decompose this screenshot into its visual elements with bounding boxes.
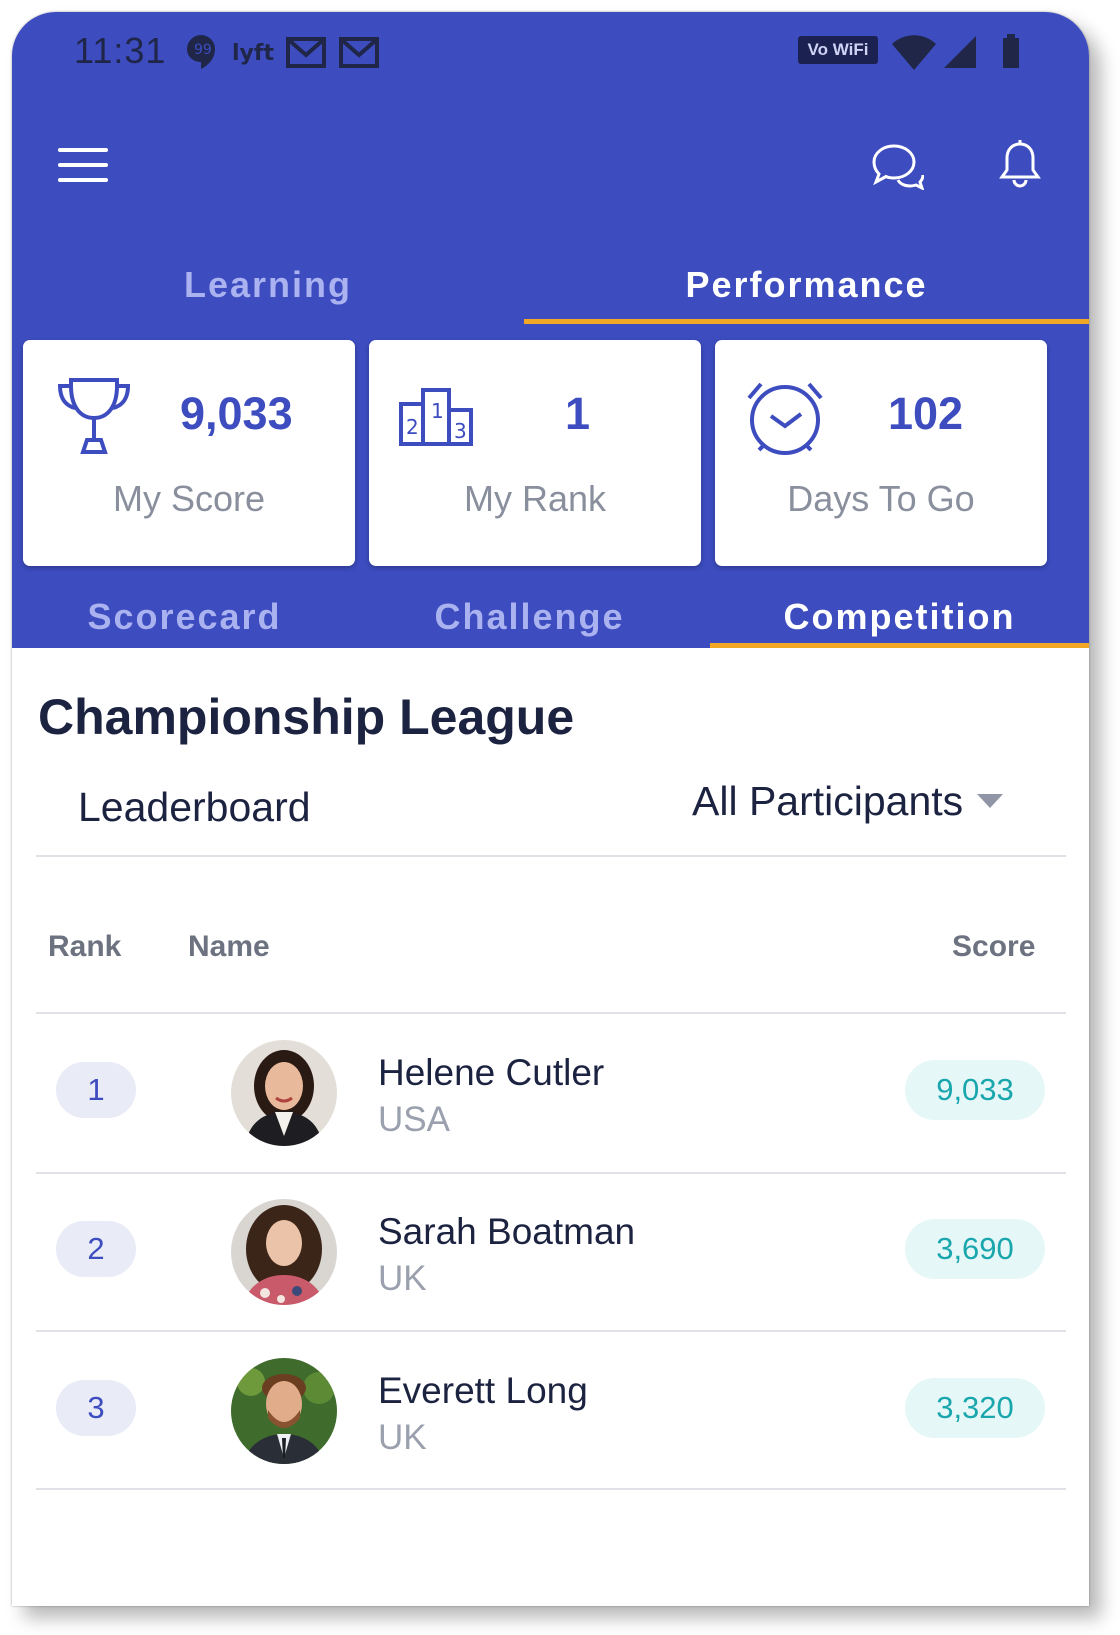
leaderboard-row[interactable]: 1 Helene Cutler USA 9,033: [12, 1014, 1089, 1172]
days-value: 102: [888, 388, 964, 439]
column-header-score: Score: [952, 930, 1036, 963]
stat-card-score[interactable]: 9,033 My Score: [23, 340, 355, 566]
alarm-clock-icon: [747, 382, 823, 455]
tab-scorecard[interactable]: Scorecard: [12, 596, 357, 648]
active-tab-indicator: [524, 319, 1089, 324]
league-title: Championship League: [38, 689, 575, 745]
participant-name: Sarah Boatman: [378, 1211, 636, 1252]
status-time: 11:31: [74, 30, 167, 71]
avatar: [231, 1358, 337, 1464]
hamburger-menu-icon[interactable]: [58, 148, 108, 188]
tab-learning[interactable]: Learning: [12, 260, 524, 322]
avatar: [231, 1199, 337, 1305]
svg-text:99: 99: [194, 42, 212, 58]
filter-value: All Participants: [692, 778, 964, 824]
phone-screen: 11:31 99 lyft Vo WiFi Learning Performan…: [12, 12, 1089, 1606]
stat-card-days[interactable]: 102 Days To Go: [715, 340, 1047, 566]
hangouts-icon: 99: [187, 35, 215, 69]
leaderboard-row[interactable]: 3 Everett Long UK 3,320: [12, 1332, 1089, 1490]
participants-filter-dropdown[interactable]: All Participants: [692, 778, 1004, 825]
rank-badge: 2: [56, 1221, 136, 1277]
days-label: Days To Go: [787, 478, 975, 519]
score-badge: 3,320: [905, 1378, 1045, 1438]
gmail-icon: [286, 37, 326, 68]
avatar: [231, 1040, 337, 1146]
participant-country: USA: [378, 1100, 450, 1139]
vowifi-indicator: Vo WiFi: [798, 36, 878, 64]
chat-icon[interactable]: [868, 140, 924, 190]
podium-icon: 2 1 3: [399, 388, 473, 446]
score-badge: 3,690: [905, 1219, 1045, 1279]
divider: [36, 1488, 1066, 1490]
svg-text:lyft: lyft: [232, 41, 274, 66]
svg-text:3: 3: [454, 419, 467, 443]
svg-text:2: 2: [406, 415, 419, 439]
active-subtab-indicator: [710, 643, 1089, 648]
score-label: My Score: [112, 478, 266, 519]
caret-down-icon: [977, 794, 1004, 809]
tab-challenge[interactable]: Challenge: [357, 596, 702, 648]
lyft-icon: lyft: [232, 41, 274, 66]
svg-text:1: 1: [431, 399, 444, 423]
column-header-name: Name: [188, 930, 270, 963]
cell-signal-icon: [944, 36, 976, 68]
participant-name: Helene Cutler: [378, 1052, 605, 1093]
rank-value: 1: [565, 388, 591, 439]
gmail-icon: [339, 37, 379, 68]
rank-label: My Rank: [463, 478, 607, 519]
stat-card-rank[interactable]: 2 1 3 1 My Rank: [369, 340, 701, 566]
participant-country: UK: [378, 1418, 427, 1457]
leaderboard-label: Leaderboard: [78, 784, 311, 830]
app-header: 11:31 99 lyft Vo WiFi Learning Performan…: [12, 12, 1089, 648]
leaderboard-row[interactable]: 2 Sarah Boatman UK 3,690: [12, 1173, 1089, 1331]
tab-performance[interactable]: Performance: [524, 260, 1089, 322]
score-value: 9,033: [180, 388, 293, 439]
notification-bell-icon[interactable]: [997, 138, 1043, 192]
rank-badge: 1: [56, 1062, 136, 1118]
divider: [36, 855, 1066, 857]
battery-icon: [1003, 34, 1019, 68]
wifi-icon: [892, 35, 936, 70]
tab-competition[interactable]: Competition: [710, 596, 1089, 648]
column-header-rank: Rank: [48, 930, 122, 963]
participant-name: Everett Long: [378, 1370, 588, 1411]
score-badge: 9,033: [905, 1060, 1045, 1120]
participant-country: UK: [378, 1259, 427, 1298]
trophy-icon: [57, 378, 131, 454]
rank-badge: 3: [56, 1380, 136, 1436]
